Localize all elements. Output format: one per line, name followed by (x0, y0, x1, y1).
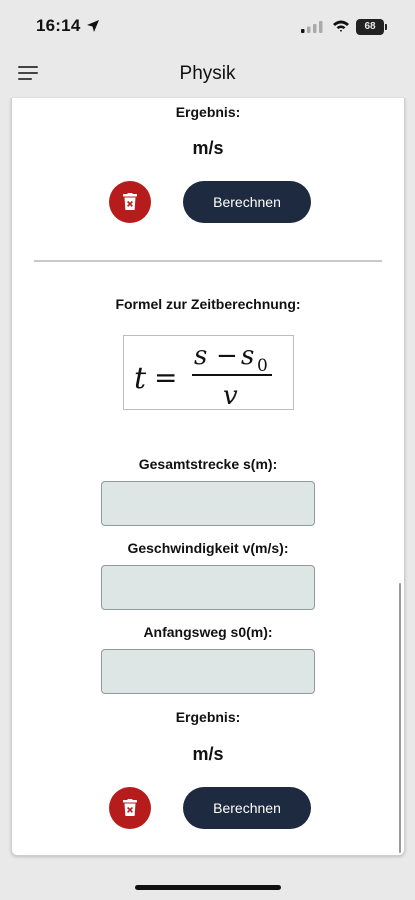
calculator-card: Ergebnis: m/s Berechnen Formel zur Zeitb… (11, 98, 405, 856)
result-label-velocity: Ergebnis: (175, 104, 241, 120)
section-divider (34, 260, 382, 262)
wifi-icon (333, 20, 349, 32)
velocity-input[interactable] (101, 565, 315, 610)
cell-signal-icon (301, 21, 323, 33)
svg-text:s: s (194, 341, 207, 371)
svg-text:=: = (154, 361, 177, 394)
svg-text:t: t (134, 361, 147, 396)
calculate-button-time[interactable]: Berechnen (183, 787, 311, 829)
calculate-button-velocity[interactable]: Berechnen (183, 181, 311, 223)
initial-distance-label: Anfangsweg s0(m): (143, 624, 273, 640)
trash-icon (123, 193, 137, 210)
formula-title: Formel zur Zeitberechnung: (115, 296, 301, 312)
home-indicator[interactable] (135, 885, 281, 890)
location-arrow-icon (87, 20, 99, 32)
delete-button-time[interactable] (109, 787, 151, 829)
battery-icon: 68 (356, 19, 387, 35)
svg-text:v: v (223, 381, 238, 409)
initial-distance-input[interactable] (101, 649, 315, 694)
status-bar: 16:14 68 (0, 0, 415, 56)
formula-image: t = s − s 0 v (123, 335, 294, 410)
total-distance-input[interactable] (101, 481, 315, 526)
result-unit-time: m/s (192, 744, 224, 764)
svg-text:s: s (241, 341, 254, 371)
delete-button-velocity[interactable] (109, 181, 151, 223)
app-bar: Physik (0, 56, 415, 98)
svg-text:0: 0 (257, 356, 268, 376)
result-label-time: Ergebnis: (175, 709, 241, 725)
total-distance-label: Gesamtstrecke s(m): (138, 456, 278, 472)
svg-text:−: − (216, 341, 238, 371)
page-title: Physik (179, 63, 236, 84)
result-unit-velocity: m/s (192, 138, 224, 158)
status-time: 16:14 (36, 16, 81, 35)
trash-icon (123, 799, 137, 816)
velocity-label: Geschwindigkeit v(m/s): (127, 540, 289, 556)
